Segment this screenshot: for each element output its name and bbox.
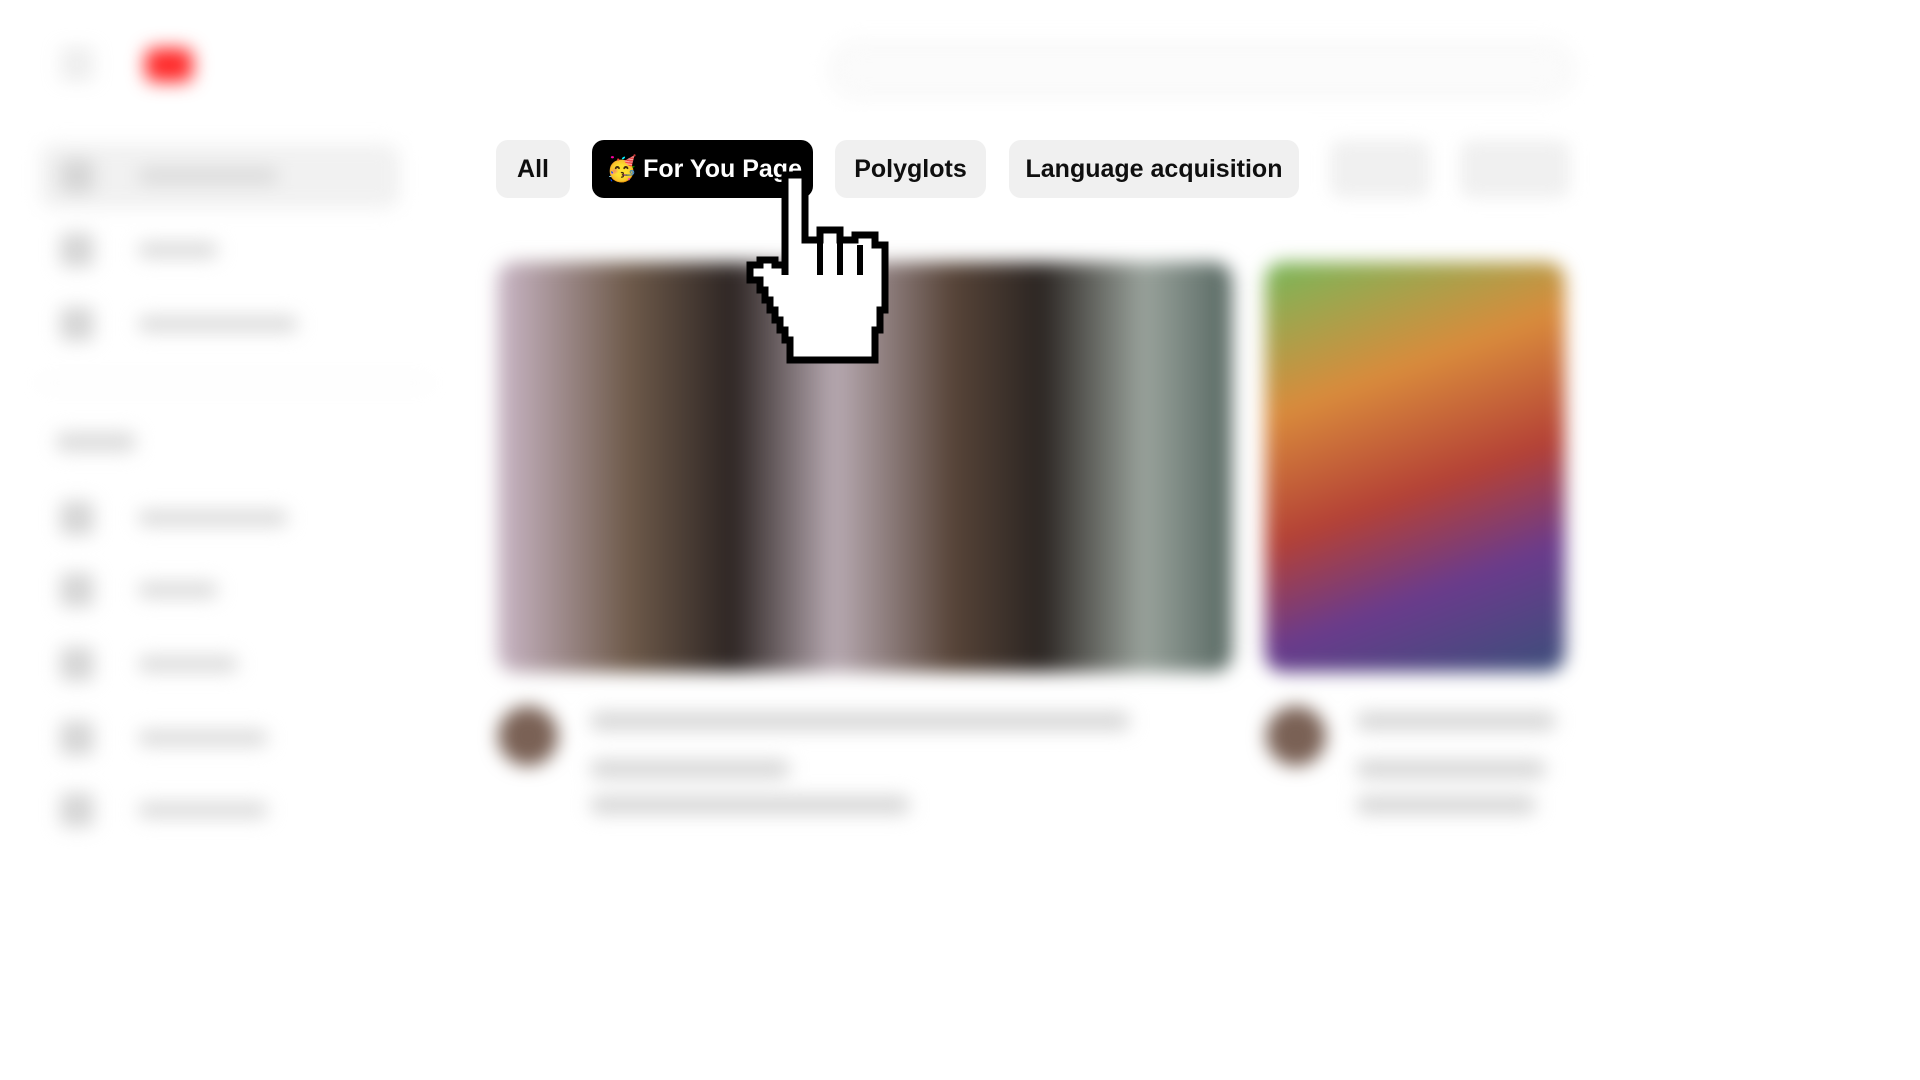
sidebar-item-label — [138, 582, 218, 598]
sidebar-item[interactable] — [40, 632, 400, 696]
sidebar-item[interactable] — [40, 558, 400, 622]
history-icon — [60, 573, 94, 607]
sidebar-item-label — [138, 802, 268, 818]
logo-mark — [145, 48, 193, 82]
sidebar-item-label — [138, 510, 288, 526]
menu-icon[interactable] — [60, 50, 94, 78]
video-stats — [1356, 796, 1536, 814]
sidebar-item[interactable] — [40, 218, 400, 282]
filter-chip-all[interactable]: All — [496, 140, 570, 198]
party-face-icon: 🥳 — [606, 154, 638, 183]
sidebar-item[interactable] — [40, 292, 400, 356]
sidebar-item[interactable] — [40, 706, 400, 770]
videos-icon — [60, 721, 94, 755]
shorts-icon — [60, 233, 94, 267]
sidebar-item-label — [138, 730, 268, 746]
sidebar-item[interactable] — [40, 778, 400, 842]
video-thumbnail[interactable] — [1265, 262, 1565, 672]
video-stats — [590, 796, 910, 814]
sidebar-divider — [40, 382, 430, 384]
sidebar-section-title — [56, 432, 136, 452]
logo-wordmark — [201, 51, 351, 79]
home-icon — [60, 159, 94, 193]
sidebar-item-label — [138, 242, 218, 258]
site-logo[interactable] — [145, 48, 351, 82]
channel-name — [1356, 760, 1546, 778]
filter-chip-hidden[interactable] — [1330, 140, 1430, 198]
search-input[interactable] — [830, 42, 1574, 98]
filter-chip-label: All — [517, 154, 549, 183]
video-title[interactable] — [1356, 712, 1556, 730]
sidebar-item-label — [138, 656, 238, 672]
filter-chip-hidden[interactable] — [1460, 140, 1570, 198]
channel-avatar[interactable] — [498, 706, 558, 766]
video-title[interactable] — [590, 712, 1130, 730]
sidebar-item-label — [138, 316, 298, 332]
sidebar-item-label — [138, 168, 278, 184]
filter-chip-language-acquisition[interactable]: Language acquisition — [1009, 140, 1299, 198]
channel-name[interactable] — [590, 760, 790, 778]
sidebar-item[interactable] — [40, 144, 400, 208]
filter-chip-label: Language acquisition — [1025, 154, 1283, 183]
channel-avatar[interactable] — [1266, 706, 1326, 766]
playlist-icon — [60, 647, 94, 681]
sidebar-item[interactable] — [40, 486, 400, 550]
pointer-hand-cursor-icon — [746, 171, 889, 364]
channel-icon — [60, 501, 94, 535]
subscriptions-icon — [60, 307, 94, 341]
watch-later-icon — [60, 793, 94, 827]
